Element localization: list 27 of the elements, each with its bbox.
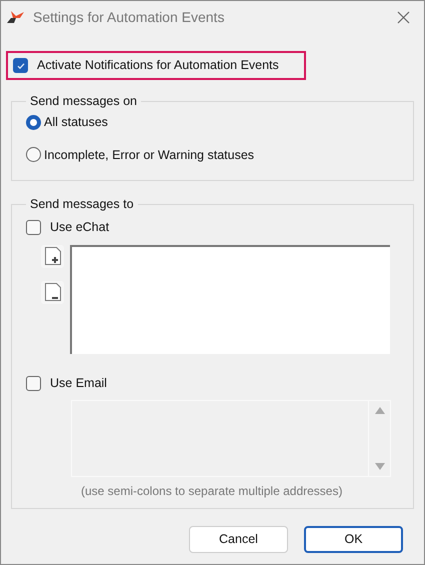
radio-label: All statuses <box>44 114 108 131</box>
close-icon[interactable] <box>397 10 410 24</box>
email-hint: (use semi-colons to separate multiple addresses) <box>81 482 344 500</box>
ok-button[interactable]: OK <box>304 526 403 552</box>
scroll-up-icon <box>374 406 384 414</box>
activate-checkbox-row[interactable]: Activate Notifications for Automation Events <box>6 51 306 80</box>
cancel-button[interactable]: Cancel <box>189 526 288 552</box>
add-button[interactable] <box>41 244 64 268</box>
echat-list[interactable] <box>70 244 390 354</box>
radio-label: Incomplete, Error or Warning statuses <box>44 146 254 164</box>
scroll-down-icon <box>374 462 384 470</box>
checkbox[interactable] <box>26 220 41 235</box>
checkbox-label: Use eChat <box>50 219 110 236</box>
app-logo-icon <box>7 10 25 24</box>
add-document-icon <box>44 246 62 266</box>
checkbox[interactable] <box>13 58 28 73</box>
window-title: Settings for Automation Events <box>33 8 226 27</box>
checkmark-icon <box>16 60 26 70</box>
checkbox[interactable] <box>26 376 41 391</box>
checkbox-label: Use Email <box>50 374 107 392</box>
group-legend: Send messages on <box>26 92 142 111</box>
radio-button[interactable] <box>26 147 41 162</box>
remove-document-icon <box>44 282 62 302</box>
remove-button[interactable] <box>41 280 64 304</box>
radio-button[interactable] <box>26 114 41 130</box>
group-legend: Send messages to <box>26 195 138 214</box>
activate-label: Activate Notifications for Automation Events <box>37 57 279 74</box>
